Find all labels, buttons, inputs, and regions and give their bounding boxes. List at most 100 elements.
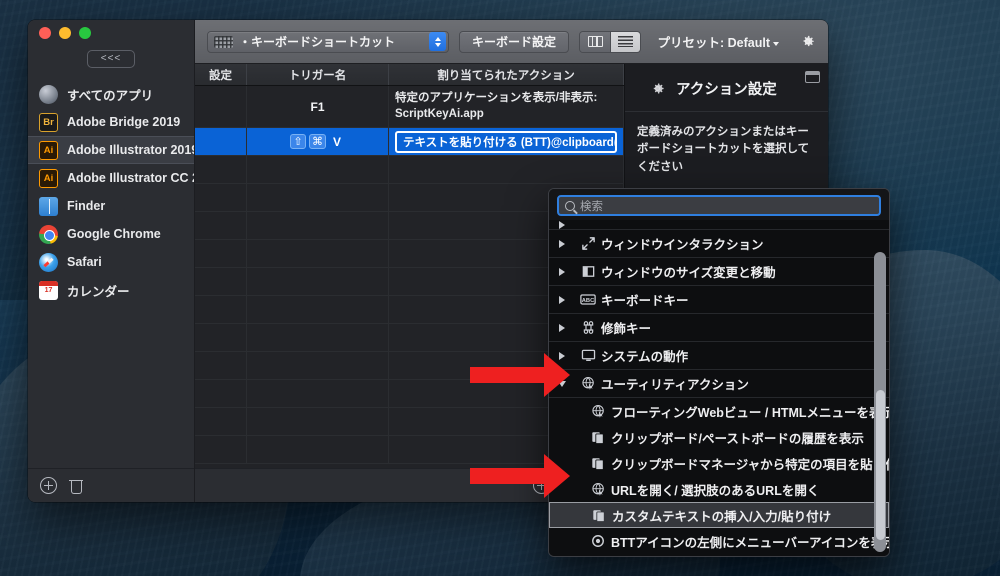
disclosure-right-icon[interactable]	[549, 267, 575, 276]
cell-settings[interactable]	[195, 86, 247, 127]
clipboard-icon	[585, 430, 611, 444]
cell-settings	[195, 324, 247, 351]
trigger-name-text: F1	[310, 99, 325, 114]
command-key-icon: ⌘	[309, 134, 326, 149]
cell-trigger-name[interactable]: F1	[247, 86, 389, 127]
sidebar-item-google-chrome[interactable]: Google Chrome	[28, 220, 194, 248]
search-field[interactable]: 検索	[557, 195, 881, 216]
cell-settings[interactable]	[195, 128, 247, 155]
cell-trigger-name	[247, 408, 389, 435]
sidebar-item-label: カレンダー	[67, 284, 130, 299]
disclosure-right-icon[interactable]	[549, 295, 575, 304]
list-item[interactable]	[549, 220, 889, 230]
column-header-trigger-name[interactable]: トリガー名	[247, 64, 389, 85]
list-item-label: フローティングWebビュー / HTMLメニューを表示	[611, 405, 889, 420]
assigned-action-text: テキストを貼り付ける (BTT)@clipboard(BTT)	[395, 130, 617, 153]
cell-assigned-action[interactable]: テキストを貼り付ける (BTT)@clipboard(BTT)	[389, 128, 624, 155]
trigger-type-select[interactable]: ・キーボードショートカット	[207, 30, 449, 53]
assigned-action-text: 特定のアプリケーションを表示/非表示: ScriptKeyAi.app	[395, 91, 598, 120]
list-item-system-actions[interactable]: システムの動作	[549, 342, 889, 370]
sidebar-item-calendar[interactable]: 17 カレンダー	[28, 276, 194, 304]
arrow-head	[544, 454, 570, 498]
table-row[interactable]: F1 特定のアプリケーションを表示/非表示: ScriptKeyAi.app	[195, 86, 624, 128]
window-resize-icon	[575, 264, 601, 279]
shortcut-key-chips: ⇧ ⌘ V	[290, 134, 345, 149]
cell-trigger-name	[247, 212, 389, 239]
column-header-settings[interactable]: 設定	[195, 64, 247, 85]
close-button[interactable]	[39, 27, 51, 39]
sidebar-item-finder[interactable]: Finder	[28, 192, 194, 220]
list-item-label: システムの動作	[601, 350, 689, 364]
list-item-clipboard-manager-paste[interactable]: クリップボードマネージャから特定の項目を貼り付ける…	[549, 450, 889, 476]
window-controls	[28, 20, 194, 46]
list-item-clipboard-history[interactable]: クリップボード/ペーストボードの履歴を表示	[549, 424, 889, 450]
list-item-modifier-keys[interactable]: 修飾キー	[549, 314, 889, 342]
modifier-key-icon	[575, 320, 601, 335]
scrollbar-thumb[interactable]	[875, 390, 885, 540]
cell-settings	[195, 268, 247, 295]
zoom-button[interactable]	[79, 27, 91, 39]
minimize-button[interactable]	[59, 27, 71, 39]
cell-settings	[195, 156, 247, 183]
chevron-down-icon	[773, 41, 779, 46]
table-row[interactable]: ⇧ ⌘ V テキストを貼り付ける (BTT)@clipboard(BTT)	[195, 128, 624, 156]
list-item-label: ウィンドウのサイズ変更と移動	[601, 266, 776, 280]
cell-settings	[195, 352, 247, 379]
sidebar-item-safari[interactable]: Safari	[28, 248, 194, 276]
list-item-label: キーボードキー	[601, 294, 689, 308]
cell-trigger-name	[247, 268, 389, 295]
adobe-illustrator-icon: Ai	[39, 168, 58, 188]
sidebar-item-label: Safari	[67, 255, 102, 269]
popup-scrollbar[interactable]	[874, 252, 886, 552]
list-item-custom-text-paste[interactable]: カスタムテキストの挿入/入力/貼り付け	[549, 502, 889, 528]
sidebar-item-label: Adobe Bridge 2019	[67, 115, 181, 129]
cell-settings	[195, 436, 247, 463]
table-header-row: 設定 トリガー名 割り当てられたアクション	[195, 64, 624, 86]
list-item-menubar-temp-hide[interactable]: メニューバーの項目を一時的に非表示にする	[549, 554, 889, 556]
arrow-shaft	[470, 468, 548, 484]
action-list: ウィンドウインタラクション ウィンドウのサイズ変更と移動 ABC キーボードキー	[549, 220, 889, 556]
disclosure-right-icon[interactable]	[549, 220, 575, 229]
list-item-open-url[interactable]: URLを開く/ 選択肢のあるURLを開く	[549, 476, 889, 502]
list-item-menubar-icon-toggle[interactable]: BTTアイコンの左側にメニューバーアイコンを表示/非表示	[549, 528, 889, 554]
cell-settings	[195, 380, 247, 407]
stepper-icon[interactable]	[429, 32, 446, 51]
gear-icon[interactable]	[799, 33, 816, 50]
cell-trigger-name	[247, 324, 389, 351]
sidebar-item-adobe-illustrator-2019[interactable]: Ai Adobe Illustrator 2019	[28, 136, 194, 164]
cell-trigger-name	[247, 156, 389, 183]
chrome-icon	[39, 224, 58, 244]
sidebar-item-all-apps[interactable]: すべてのアプリ	[28, 80, 194, 108]
adobe-bridge-icon: Br	[39, 112, 58, 132]
disclosure-right-icon[interactable]	[549, 323, 575, 332]
list-item-utility-actions[interactable]: ユーティリティアクション	[549, 370, 889, 398]
list-item-window-interaction[interactable]: ウィンドウインタラクション	[549, 230, 889, 258]
sidebar-item-label: Finder	[67, 199, 106, 213]
list-item-label: クリップボード/ペーストボードの履歴を表示	[611, 431, 864, 446]
view-list-button[interactable]	[610, 31, 641, 52]
disclosure-right-icon[interactable]	[549, 239, 575, 248]
sidebar-item-adobe-illustrator-cc-2018[interactable]: Ai Adobe Illustrator CC 2018	[28, 164, 194, 192]
keyboard-settings-button[interactable]: キーボード設定	[459, 30, 570, 53]
table-row[interactable]	[195, 156, 624, 184]
columns-view-icon	[587, 36, 603, 47]
cell-trigger-name	[247, 296, 389, 323]
list-item-window-resize-move[interactable]: ウィンドウのサイズ変更と移動	[549, 258, 889, 286]
search-placeholder: 検索	[580, 200, 603, 213]
delete-app-icon[interactable]	[69, 478, 83, 494]
panel-title: アクション設定	[676, 82, 777, 98]
cell-trigger-name[interactable]: ⇧ ⌘ V	[247, 128, 389, 155]
add-app-button[interactable]	[40, 477, 57, 494]
cell-trigger-name	[247, 240, 389, 267]
arrow-to-custom-text	[470, 453, 570, 499]
column-header-assigned-action[interactable]: 割り当てられたアクション	[389, 64, 624, 85]
collapse-sidebar-button[interactable]: <<<	[86, 50, 136, 68]
list-item-keyboard-keys[interactable]: ABC キーボードキー	[549, 286, 889, 314]
cell-assigned-action[interactable]: 特定のアプリケーションを表示/非表示: ScriptKeyAi.app	[389, 86, 624, 127]
list-item-floating-webview[interactable]: フローティングWebビュー / HTMLメニューを表示	[549, 398, 889, 424]
sidebar-item-adobe-bridge-2019[interactable]: Br Adobe Bridge 2019	[28, 108, 194, 136]
detach-panel-icon[interactable]	[805, 71, 820, 83]
view-columns-button[interactable]	[580, 31, 611, 52]
preset-menu[interactable]: プリセット: Default	[657, 32, 779, 51]
cell-settings	[195, 184, 247, 211]
